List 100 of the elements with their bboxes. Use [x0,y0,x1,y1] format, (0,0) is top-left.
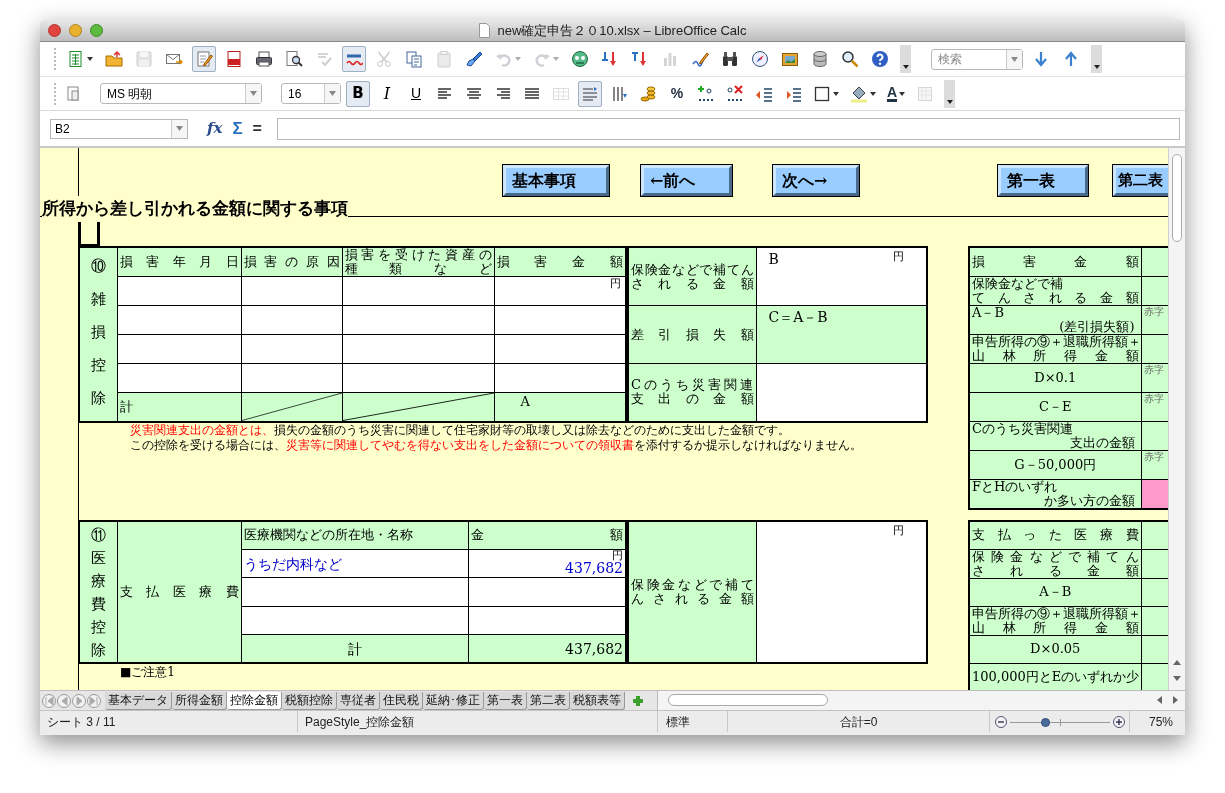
sheet-tab[interactable]: 第二表 [527,692,570,710]
zoom-button[interactable] [90,24,103,37]
close-button[interactable] [48,24,61,37]
caution-heading: ■ご注意1 [120,666,175,679]
column-header: 損害金額 [494,247,627,277]
dropdown-arrow-icon[interactable] [176,126,183,131]
column-header: 医療機関などの所在地・名称 [241,521,468,550]
clipboard-icon [435,50,453,68]
caret-icon [833,91,839,96]
column-header: 損害を受けた資産の 種類など [342,247,494,277]
scroll-right-icon[interactable] [1172,695,1179,705]
row-header: 支払った医療費 [969,521,1141,549]
row-header: FとHのいずれ か多い方の金額 [969,479,1141,509]
formula-button[interactable]: Σ [231,115,244,142]
table-cell: 計 [117,392,241,422]
sheet-tab[interactable]: 専従者 [337,692,380,710]
nav-button[interactable]: 次へ→ [773,165,859,196]
minimize-button[interactable] [69,24,82,37]
sheet-tab[interactable]: 基本データ [105,692,172,710]
scroll-up-icon[interactable] [1172,659,1182,666]
tab-scroll-button[interactable] [72,693,86,708]
sheet-indicator: シート 3 / 11 [47,713,116,731]
formula-button[interactable]: = [251,116,263,141]
toolbar-button[interactable]: U [404,80,428,107]
scroll-left-icon[interactable] [1156,695,1163,705]
toolbar-button[interactable]: % [665,80,689,107]
sort-descending-icon [631,50,649,68]
combo-box[interactable]: 16 [281,83,341,104]
unit-label: 円 [893,524,904,538]
note-text: 赤字 [1143,306,1164,317]
sheet-tab[interactable]: 延納･修正 [423,692,484,710]
arrow-up-icon [1062,50,1080,68]
page-preview-icon [285,50,303,68]
nav-button[interactable]: ←前へ [641,165,732,196]
name-box[interactable]: B2 [50,118,188,139]
vertical-scrollbar[interactable] [1168,148,1185,690]
dropdown-arrow-icon[interactable] [1011,56,1018,62]
add-decimal-icon [697,84,715,103]
nav-button[interactable]: 第二表 [1113,165,1168,196]
column-header: 金額 [468,521,627,550]
sheet-tab[interactable]: 控除金額 [227,692,282,710]
unit-label: 円 [893,250,904,264]
sheet-tab[interactable]: 税額控除 [282,692,337,710]
grid-icon [916,84,935,103]
nav-button[interactable]: 基本事項 [503,165,609,196]
caret-icon [870,91,876,96]
toolbar-button[interactable]: A [884,80,909,107]
add-sheet-icon[interactable] [631,693,645,708]
dropdown-arrow-icon[interactable] [250,91,257,96]
copy-icon [405,50,423,68]
dropdown-arrow-icon[interactable] [329,91,336,96]
scroll-down-icon[interactable] [1172,675,1182,682]
row-header: 損害金額 [969,247,1141,276]
zoom-in-icon[interactable] [1113,715,1125,728]
row-header: D×0.05 [969,635,1141,663]
sheet-heading: 所得から差し引かれる金額に関する事項 [42,196,348,222]
row-header: 保険金などで補てん される金額 [627,247,756,306]
edit-document-icon [195,50,213,68]
zoom-out-icon[interactable] [995,715,1007,728]
toolbar-overflow-button[interactable] [944,79,956,108]
document-icon [478,22,492,39]
toolbar-overflow-button[interactable] [1091,45,1102,73]
scrollbar-thumb[interactable] [1172,154,1182,242]
tab-scroll-button[interactable] [57,693,71,708]
selection-mode-label: 標準 [666,713,690,731]
table-cell: A [494,392,627,422]
sheet-tab[interactable]: 所得金額 [172,692,227,710]
scrollbar-thumb[interactable] [668,694,828,706]
caret-icon [946,99,953,104]
slider-thumb[interactable] [1041,717,1050,727]
scissors-icon [375,50,393,68]
horizontal-scrollbar[interactable] [657,691,1185,710]
toolbar-overflow-button[interactable] [900,45,911,73]
combo-box[interactable]: MS 明朝 [100,83,262,104]
vertical-text-icon [610,84,628,103]
row-header: 申告所得の⑨＋退職所得額＋ 山林所得金額 [969,334,1141,363]
toolbar-button[interactable]: B [346,80,370,107]
folder-icon [105,50,123,68]
printer-icon [255,50,273,68]
sheet-tab[interactable]: 税額表等 [570,692,625,710]
spreadsheet-grid[interactable] [40,148,1168,690]
toolbar-button[interactable]: I [375,80,399,107]
coins-icon [639,84,657,103]
nav-button[interactable]: 第一表 [998,165,1088,196]
formula-input[interactable] [276,117,1180,140]
sheet-tab[interactable]: 住民税 [380,692,423,710]
row-header: 保険金などで補てん される金額 [969,549,1141,578]
row-header: 申告所得の⑨＋退職所得額＋ 山林所得金額 [969,606,1141,635]
caret-icon [902,65,909,69]
caret-icon [515,57,521,61]
spellcheck-icon [315,50,333,68]
search-field[interactable]: 検索 [931,48,1023,70]
note-text: 赤字 [1143,364,1164,375]
paint-bucket-icon [850,84,868,103]
tab-scroll-button[interactable] [42,693,56,708]
formula-button[interactable]: fx [206,117,224,140]
row-header: ⑪医療費控除 [79,521,117,663]
delete-decimal-icon [726,84,744,103]
sheet-tab[interactable]: 第一表 [484,692,527,710]
tab-scroll-button[interactable] [87,693,101,708]
